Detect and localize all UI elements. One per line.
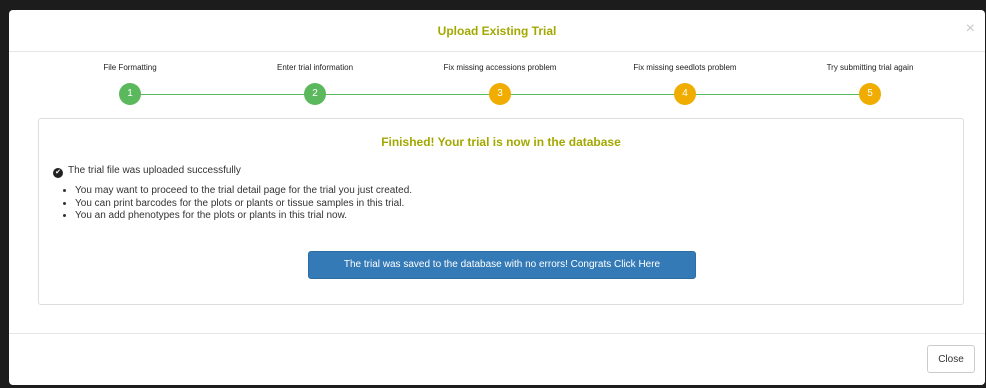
step-number-badge: 1 bbox=[119, 83, 141, 105]
dialog-footer: Close bbox=[9, 333, 985, 385]
result-panel: Finished! Your trial is now in the datab… bbox=[38, 118, 964, 305]
step-2: Enter trial information 2 bbox=[235, 62, 395, 105]
step-number-badge: 5 bbox=[859, 83, 881, 105]
dialog-title: Upload Existing Trial bbox=[437, 24, 557, 38]
list-item: You an add phenotypes for the plots or p… bbox=[75, 210, 412, 223]
success-text: The trial file was uploaded successfully bbox=[68, 165, 241, 176]
upload-trial-dialog: Upload Existing Trial × File Formatting … bbox=[9, 10, 985, 385]
check-circle-icon: ✔ bbox=[53, 168, 63, 178]
panel-heading: Finished! Your trial is now in the datab… bbox=[381, 135, 621, 149]
progress-steps: File Formatting 1 Enter trial informatio… bbox=[9, 62, 985, 112]
step-label: Enter trial information bbox=[276, 63, 354, 72]
step-label: File Formatting bbox=[103, 63, 157, 72]
next-steps-list: You may want to proceed to the trial det… bbox=[53, 185, 412, 223]
close-button[interactable]: Close bbox=[927, 345, 975, 373]
step-label: Try submitting trial again bbox=[826, 63, 914, 72]
list-item: You can print barcodes for the plots or … bbox=[75, 198, 412, 211]
step-number-badge: 3 bbox=[489, 83, 511, 105]
go-to-trial-button[interactable]: The trial was saved to the database with… bbox=[308, 251, 696, 279]
step-label: Fix missing accessions problem bbox=[443, 63, 557, 72]
step-4: Fix missing seedlots problem 4 bbox=[605, 62, 765, 105]
success-message: ✔ The trial file was uploaded successfull… bbox=[53, 165, 241, 178]
close-icon[interactable]: × bbox=[966, 20, 975, 38]
step-number-badge: 2 bbox=[304, 83, 326, 105]
dialog-header: Upload Existing Trial × bbox=[9, 10, 985, 52]
step-5: Try submitting trial again 5 bbox=[790, 62, 950, 105]
list-item: You may want to proceed to the trial det… bbox=[75, 185, 412, 198]
step-number-badge: 4 bbox=[674, 83, 696, 105]
step-label: Fix missing seedlots problem bbox=[633, 63, 737, 72]
step-1: File Formatting 1 bbox=[50, 62, 210, 105]
step-3: Fix missing accessions problem 3 bbox=[420, 62, 580, 105]
